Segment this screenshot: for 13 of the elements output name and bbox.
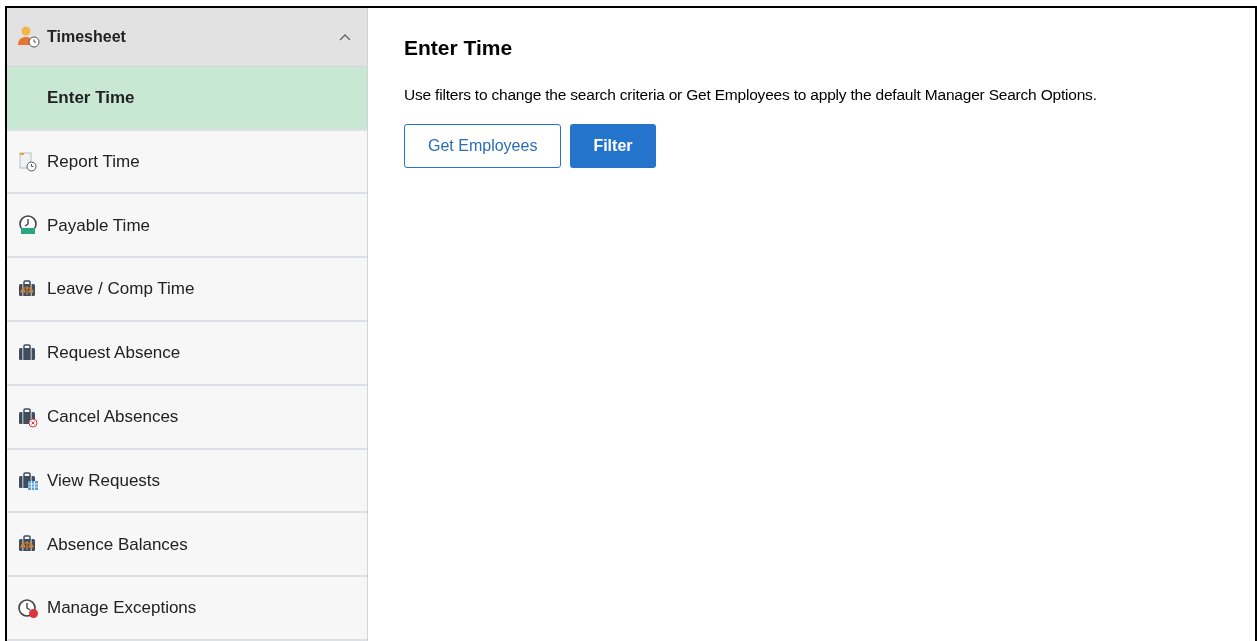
document-clock-icon <box>17 150 39 173</box>
filter-button[interactable]: Filter <box>570 123 656 168</box>
get-employees-button[interactable]: Get Employees <box>404 123 562 168</box>
sidebar-group-label: Timesheet <box>47 26 127 47</box>
page-title: Enter Time <box>404 35 514 61</box>
clock-alert-icon <box>17 597 39 620</box>
briefcase-cancel-icon <box>17 405 39 428</box>
sidebar-group-header[interactable]: Timesheet <box>7 8 367 67</box>
sidebar-item[interactable]: Enter Time <box>7 66 367 131</box>
person-clock-icon <box>17 24 41 49</box>
briefcase-calendar-icon <box>17 469 39 492</box>
description-text: Use filters to change the search criteria or Get Employees to apply the default Manager Search Options. <box>404 84 1098 105</box>
clock-money-icon <box>17 214 39 237</box>
